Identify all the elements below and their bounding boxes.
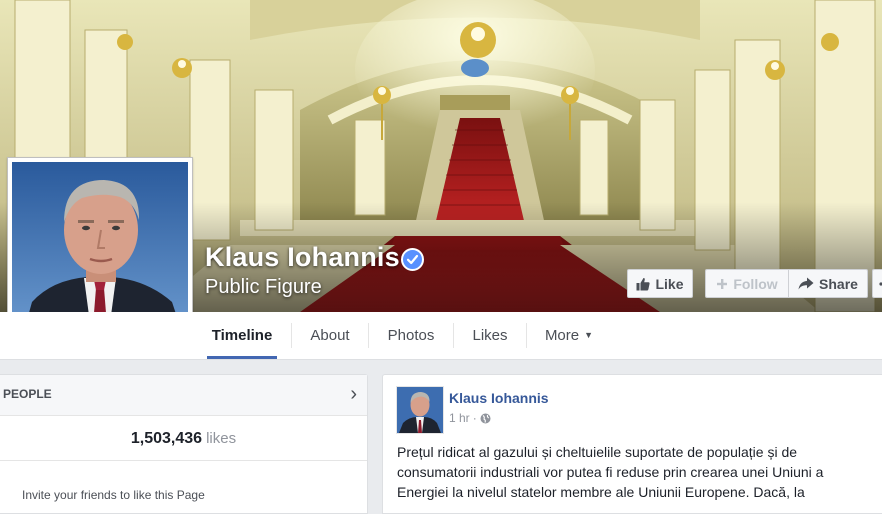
tab-likes[interactable]: Likes [466, 312, 514, 359]
tab-more-label: More [545, 327, 579, 344]
share-button[interactable]: Share [788, 269, 868, 298]
meta-separator: · [473, 411, 477, 425]
chevron-right-icon[interactable]: › [350, 375, 357, 413]
page-title[interactable]: Klaus Iohannis [205, 242, 400, 273]
people-card-title: PEOPLE [3, 387, 52, 401]
thumbs-up-icon [636, 277, 650, 291]
verified-badge-icon [401, 248, 424, 271]
likes-label: likes [206, 430, 236, 447]
post-author-avatar[interactable] [396, 386, 444, 434]
tab-divider [291, 323, 292, 348]
tab-divider [453, 323, 454, 348]
people-card: PEOPLE › 1,503,436likes Invite your frie… [0, 374, 368, 514]
people-card-header[interactable]: PEOPLE › [0, 375, 367, 416]
post-meta: 1 hr · [449, 411, 491, 425]
follow-button[interactable]: Follow [705, 269, 788, 298]
post-body-text: Prețul ridicat al gazului și cheltuielil… [397, 442, 877, 502]
ellipsis-icon [879, 282, 882, 286]
page-likes-count: 1,503,436likes [0, 416, 367, 448]
plus-icon [716, 278, 728, 290]
globe-icon[interactable] [480, 413, 491, 424]
share-button-label: Share [819, 276, 858, 292]
card-divider [0, 460, 367, 461]
caret-down-icon: ▼ [584, 312, 593, 359]
invite-friends-link[interactable]: Invite your friends to like this Page [22, 488, 205, 502]
like-button[interactable]: Like [627, 269, 693, 298]
more-actions-button[interactable] [872, 269, 882, 298]
likes-number: 1,503,436 [131, 430, 202, 447]
post-timestamp[interactable]: 1 hr [449, 411, 470, 425]
tab-timeline[interactable]: Timeline [207, 312, 277, 359]
tab-divider [368, 323, 369, 348]
page-category[interactable]: Public Figure [205, 276, 322, 299]
tab-divider [526, 323, 527, 348]
tab-about[interactable]: About [305, 312, 355, 359]
page-tab-bar: Timeline About Photos Likes More ▼ [0, 312, 882, 360]
post-card: Klaus Iohannis 1 hr · Prețul ridicat al … [382, 374, 882, 514]
follow-button-label: Follow [733, 276, 777, 292]
share-arrow-icon [798, 277, 814, 290]
tab-photos[interactable]: Photos [382, 312, 440, 359]
tab-more[interactable]: More ▼ [541, 312, 597, 359]
post-author-name[interactable]: Klaus Iohannis [449, 390, 549, 406]
like-button-label: Like [655, 276, 683, 292]
